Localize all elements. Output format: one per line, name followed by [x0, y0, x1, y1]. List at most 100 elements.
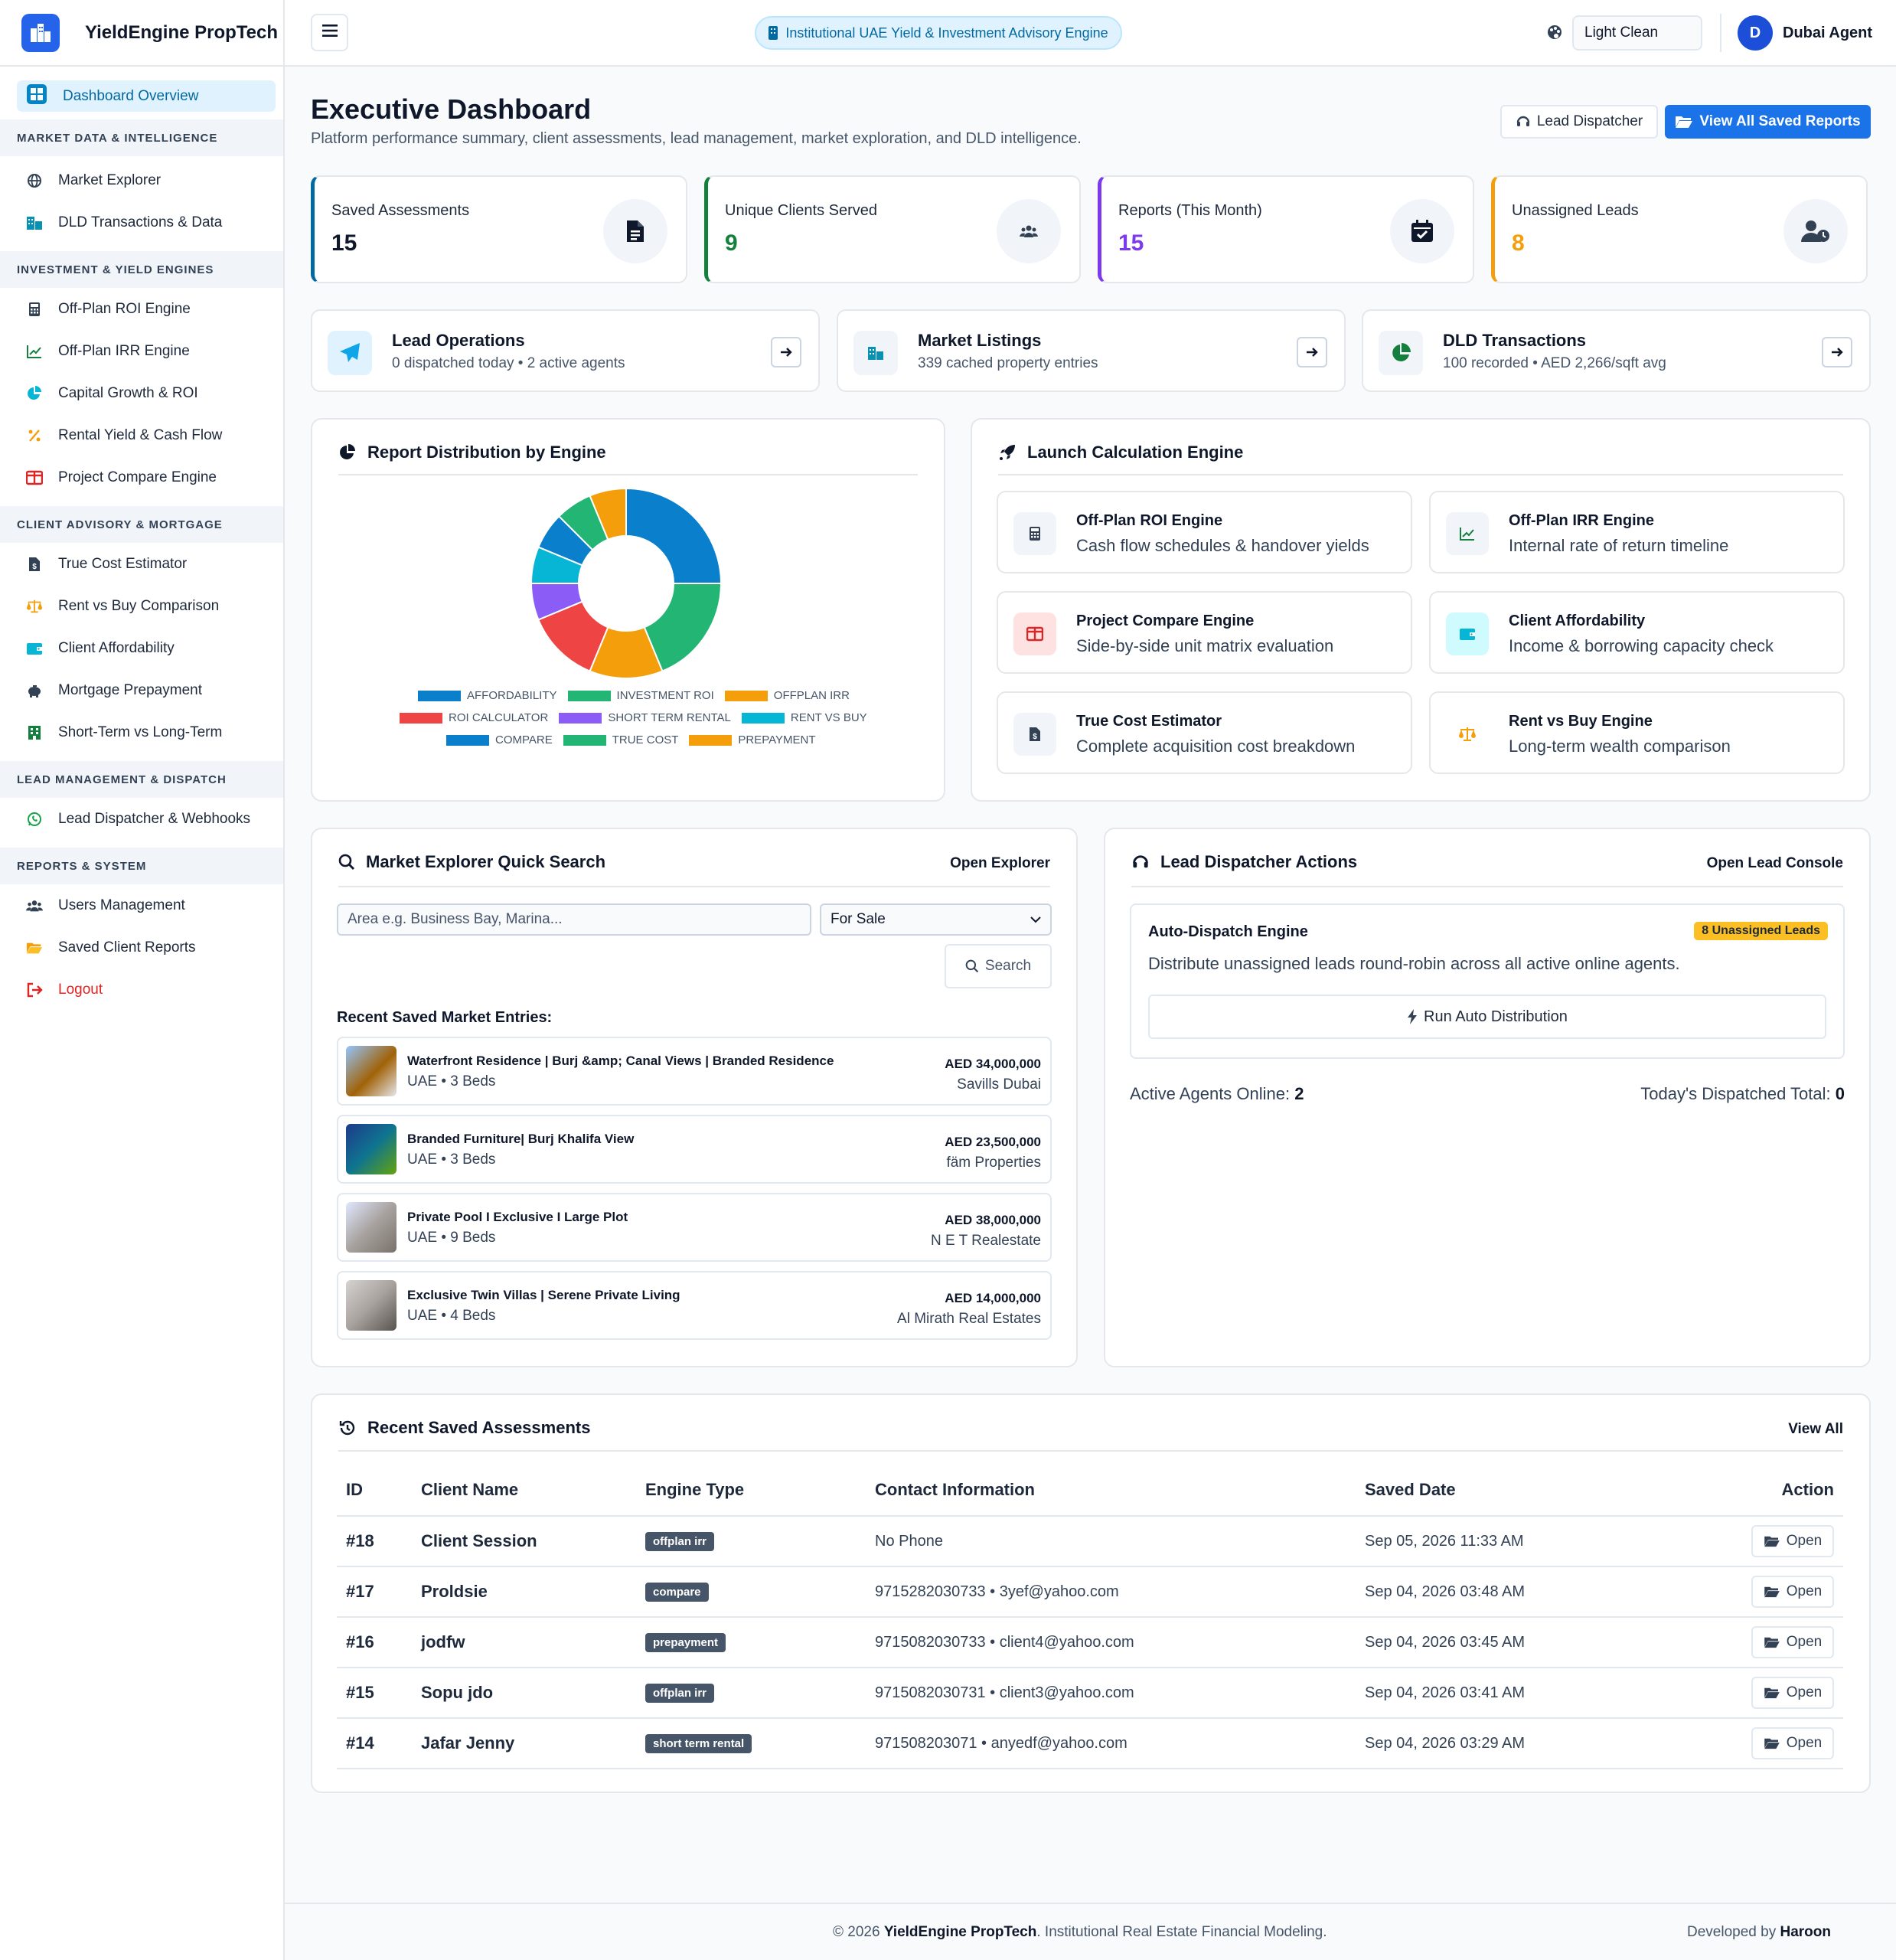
column-header: ID [337, 1464, 421, 1517]
sidebar-item-short-term-vs-long-term[interactable]: Short-Term vs Long-Term [0, 711, 283, 753]
table-row: #16 jodfw prepayment 9715082030733 • cli… [337, 1617, 1843, 1668]
brand[interactable]: YieldEngine PropTech [0, 0, 283, 67]
engine-card[interactable]: Rent vs Buy Engine Long-term wealth comp… [1429, 691, 1845, 774]
sidebar-item-saved-client-reports[interactable]: Saved Client Reports [0, 926, 283, 969]
headset-icon [1516, 114, 1531, 129]
engine-title: Rent vs Buy Engine [1509, 713, 1653, 730]
active-agents-label: Active Agents Online: [1130, 1084, 1291, 1103]
sidebar-item-rent-vs-buy-comparison[interactable]: Rent vs Buy Comparison [0, 585, 283, 627]
building-icon [853, 331, 898, 375]
area-search-input[interactable]: Area e.g. Business Bay, Marina... [337, 903, 811, 936]
sidebar-item-users-management[interactable]: Users Management [0, 884, 283, 926]
paper-plane-icon [328, 331, 372, 375]
listing-item[interactable]: Private Pool I Exclusive I Large Plot UA… [337, 1193, 1052, 1262]
hamburger-icon [321, 24, 338, 41]
percent-icon [26, 427, 43, 444]
theme-select[interactable]: Light Clean [1572, 15, 1702, 51]
donut-slice-affordability[interactable] [625, 487, 723, 584]
launch-engine-title: Launch Calculation Engine [1027, 443, 1244, 462]
sidebar-item-dld-transactions-data[interactable]: DLD Transactions & Data [0, 201, 283, 243]
run-auto-distribution-button[interactable]: Run Auto Distribution [1148, 995, 1826, 1039]
listing-item[interactable]: Branded Furniture| Burj Khalifa View UAE… [337, 1115, 1052, 1184]
assessment-id: #18 [337, 1516, 421, 1567]
wallet-icon [1446, 612, 1489, 655]
view-all-saved-reports-button[interactable]: View All Saved Reports [1665, 105, 1871, 139]
quick-link-card[interactable]: DLD Transactions 100 recorded • AED 2,26… [1362, 309, 1871, 392]
listing-type-select[interactable]: For Sale [820, 903, 1052, 936]
engine-card[interactable]: Project Compare Engine Side-by-side unit… [997, 591, 1412, 674]
sidebar-item-label: Project Compare Engine [58, 469, 217, 485]
arrow-right-icon[interactable] [771, 337, 801, 368]
document-icon [603, 199, 667, 263]
sidebar-item-lead-dispatcher-webhooks[interactable]: Lead Dispatcher & Webhooks [0, 798, 283, 840]
sidebar-item-client-affordability[interactable]: Client Affordability [0, 627, 283, 669]
active-agents-value: 2 [1294, 1084, 1304, 1103]
assessment-id: #14 [337, 1718, 421, 1769]
open-button[interactable]: Open [1751, 1576, 1834, 1608]
sidebar-item-label: Lead Dispatcher & Webhooks [58, 810, 251, 827]
run-auto-distribution-label: Run Auto Distribution [1424, 1008, 1568, 1025]
view-all-link[interactable]: View All [1788, 1421, 1843, 1438]
lead-dispatcher-button[interactable]: Lead Dispatcher [1500, 105, 1658, 139]
sidebar-item-dashboard-overview[interactable]: Dashboard Overview [17, 80, 276, 112]
arrow-right-icon[interactable] [1822, 337, 1852, 368]
open-button[interactable]: Open [1751, 1677, 1834, 1709]
topbar: Institutional UAE Yield & Investment Adv… [285, 0, 1896, 67]
copyright: © 2026 YieldEngine PropTech. Institution… [833, 1924, 1327, 1941]
chart-line-icon [26, 343, 43, 360]
avatar[interactable]: D [1738, 15, 1773, 51]
unassigned-leads-badge: 8 Unassigned Leads [1694, 922, 1828, 940]
column-header: Saved Date [1365, 1464, 1686, 1517]
nav-section-title: MARKET DATA & INTELLIGENCE [0, 119, 283, 156]
auto-dispatch-box: Auto-Dispatch Engine 8 Unassigned Leads … [1130, 903, 1845, 1059]
sidebar-item-off-plan-roi-engine[interactable]: Off-Plan ROI Engine [0, 288, 283, 330]
arrow-right-icon[interactable] [1297, 337, 1327, 368]
sidebar-item-mortgage-prepayment[interactable]: Mortgage Prepayment [0, 669, 283, 711]
sidebar-item-rental-yield-cash-flow[interactable]: Rental Yield & Cash Flow [0, 414, 283, 456]
quick-link-card[interactable]: Market Listings 339 cached property entr… [837, 309, 1346, 392]
listing-item[interactable]: Waterfront Residence | Burj &amp; Canal … [337, 1037, 1052, 1106]
engine-type-cell: offplan irr [645, 1668, 875, 1719]
sidebar-item-project-compare-engine[interactable]: Project Compare Engine [0, 456, 283, 498]
svg-text:$: $ [1033, 733, 1037, 741]
divider [998, 474, 1843, 475]
open-lead-console-link[interactable]: Open Lead Console [1707, 855, 1843, 872]
stat-card: Unassigned Leads 8 [1491, 175, 1868, 283]
sidebar-item-logout[interactable]: Logout [0, 969, 283, 1011]
copyright-suffix: . Institutional Real Estate Financial Mo… [1036, 1924, 1327, 1940]
table-row: #18 Client Session offplan irr No Phone … [337, 1516, 1843, 1567]
sidebar-item-true-cost-estimator[interactable]: $ True Cost Estimator [0, 543, 283, 585]
user-name[interactable]: Dubai Agent [1783, 24, 1872, 42]
sidebar-item-market-explorer[interactable]: Market Explorer [0, 159, 283, 201]
open-button[interactable]: Open [1751, 1727, 1834, 1759]
legend-row: AFFORDABILITY INVESTMENT ROI OFFPLAN IRR [418, 689, 860, 702]
users-icon [997, 199, 1061, 263]
open-button[interactable]: Open [1751, 1525, 1834, 1557]
property-thumbnail [346, 1124, 396, 1174]
menu-toggle-button[interactable] [311, 14, 348, 51]
sidebar-item-label: Short-Term vs Long-Term [58, 724, 223, 740]
search-button[interactable]: Search [945, 944, 1052, 988]
engine-card[interactable]: Client Affordability Income & borrowing … [1429, 591, 1845, 674]
assessments-table: ID Client Name Engine Type Contact Informat… [337, 1464, 1843, 1769]
open-label: Open [1786, 1583, 1823, 1599]
sidebar-item-capital-growth-roi[interactable]: Capital Growth & ROI [0, 372, 283, 414]
action-cell: Open [1686, 1668, 1843, 1719]
engine-desc: Internal rate of return timeline [1509, 536, 1729, 555]
engine-card[interactable]: $ True Cost Estimator Complete acquisiti… [997, 691, 1412, 774]
legend-swatch [741, 712, 785, 724]
divider [338, 886, 1050, 887]
stat-value: 15 [331, 230, 357, 256]
engine-card[interactable]: Off-Plan IRR Engine Internal rate of ret… [1429, 491, 1845, 573]
engine-desc: Cash flow schedules & handover yields [1076, 536, 1369, 555]
engine-card[interactable]: Off-Plan ROI Engine Cash flow schedules … [997, 491, 1412, 573]
sidebar-item-off-plan-irr-engine[interactable]: Off-Plan IRR Engine [0, 330, 283, 372]
legend-label: OFFPLAN IRR [773, 689, 850, 702]
property-thumbnail [346, 1046, 396, 1096]
quick-link-card[interactable]: Lead Operations 0 dispatched today • 2 a… [311, 309, 820, 392]
open-button[interactable]: Open [1751, 1626, 1834, 1658]
table-row: #17 Proldsie compare 9715282030733 • 3ye… [337, 1566, 1843, 1618]
listing-item[interactable]: Exclusive Twin Villas | Serene Private L… [337, 1271, 1052, 1340]
stat-value: 15 [1118, 230, 1144, 256]
open-explorer-link[interactable]: Open Explorer [950, 855, 1050, 872]
